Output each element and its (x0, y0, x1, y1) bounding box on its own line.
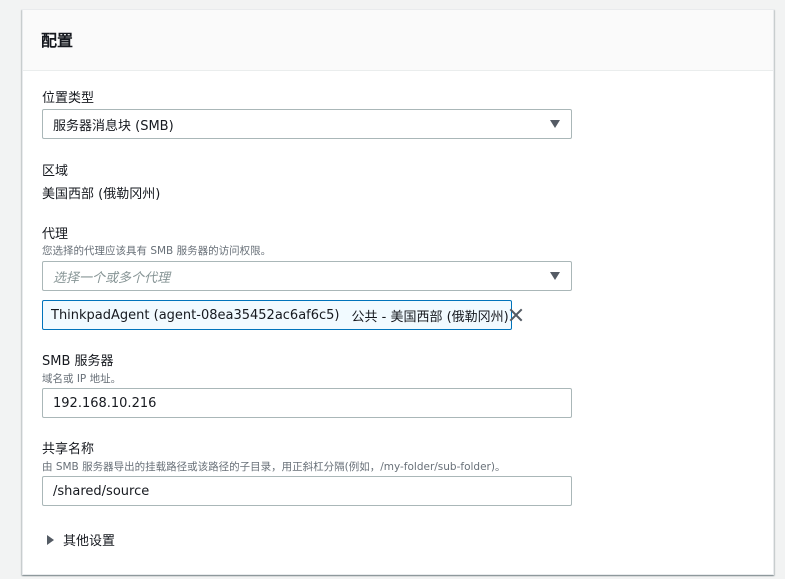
caret-down-icon (550, 272, 560, 280)
smb-server-label: SMB 服务器 (42, 354, 114, 369)
agent-token-name: ThinkpadAgent (agent-08ea35452ac6af6c5) (51, 307, 340, 323)
panel-title: 配置 (41, 31, 74, 50)
location-type-label: 位置类型 (42, 91, 95, 106)
agent-token: ThinkpadAgent (agent-08ea35452ac6af6c5) … (42, 300, 523, 330)
agents-placeholder: 选择一个或多个代理 (53, 270, 171, 286)
region-label: 区域 (42, 164, 69, 179)
share-name-label: 共享名称 (42, 442, 95, 457)
location-type-select[interactable]: 服务器消息块 (SMB) (42, 109, 572, 139)
smb-server-description: 域名或 IP 地址。 (42, 373, 122, 385)
additional-settings-toggle[interactable]: 其他设置 (47, 530, 115, 549)
agents-label: 代理 (42, 227, 69, 242)
close-icon (509, 308, 523, 322)
location-type-value: 服务器消息块 (SMB) (53, 118, 174, 134)
caret-down-icon (550, 120, 560, 128)
smb-server-input[interactable]: 192.168.10.216 (42, 388, 572, 418)
agents-description: 您选择的代理应该具有 SMB 服务器的访问权限。 (42, 245, 272, 257)
share-name-input[interactable]: /shared/source (42, 476, 572, 506)
caret-right-icon (47, 534, 54, 545)
agent-token-tag: 公共 - 美国西部 (俄勒冈州) (351, 309, 509, 325)
agents-multiselect[interactable]: 选择一个或多个代理 (42, 261, 572, 291)
agent-token-dismiss-button[interactable] (509, 301, 523, 329)
panel-header: 配置 (23, 10, 773, 71)
smb-server-value: 192.168.10.216 (53, 395, 157, 411)
region-value: 美国西部 (俄勒冈州) (42, 187, 161, 202)
share-name-description: 由 SMB 服务器导出的挂载路径或该路径的子目录，用正斜杠分隔(例如，/my-f… (42, 461, 506, 473)
configuration-panel: 配置 位置类型 服务器消息块 (SMB) 区域 美国西部 (俄勒冈州) 代理 您… (22, 9, 774, 575)
share-name-value: /shared/source (53, 483, 150, 499)
additional-settings-label: 其他设置 (63, 534, 116, 549)
